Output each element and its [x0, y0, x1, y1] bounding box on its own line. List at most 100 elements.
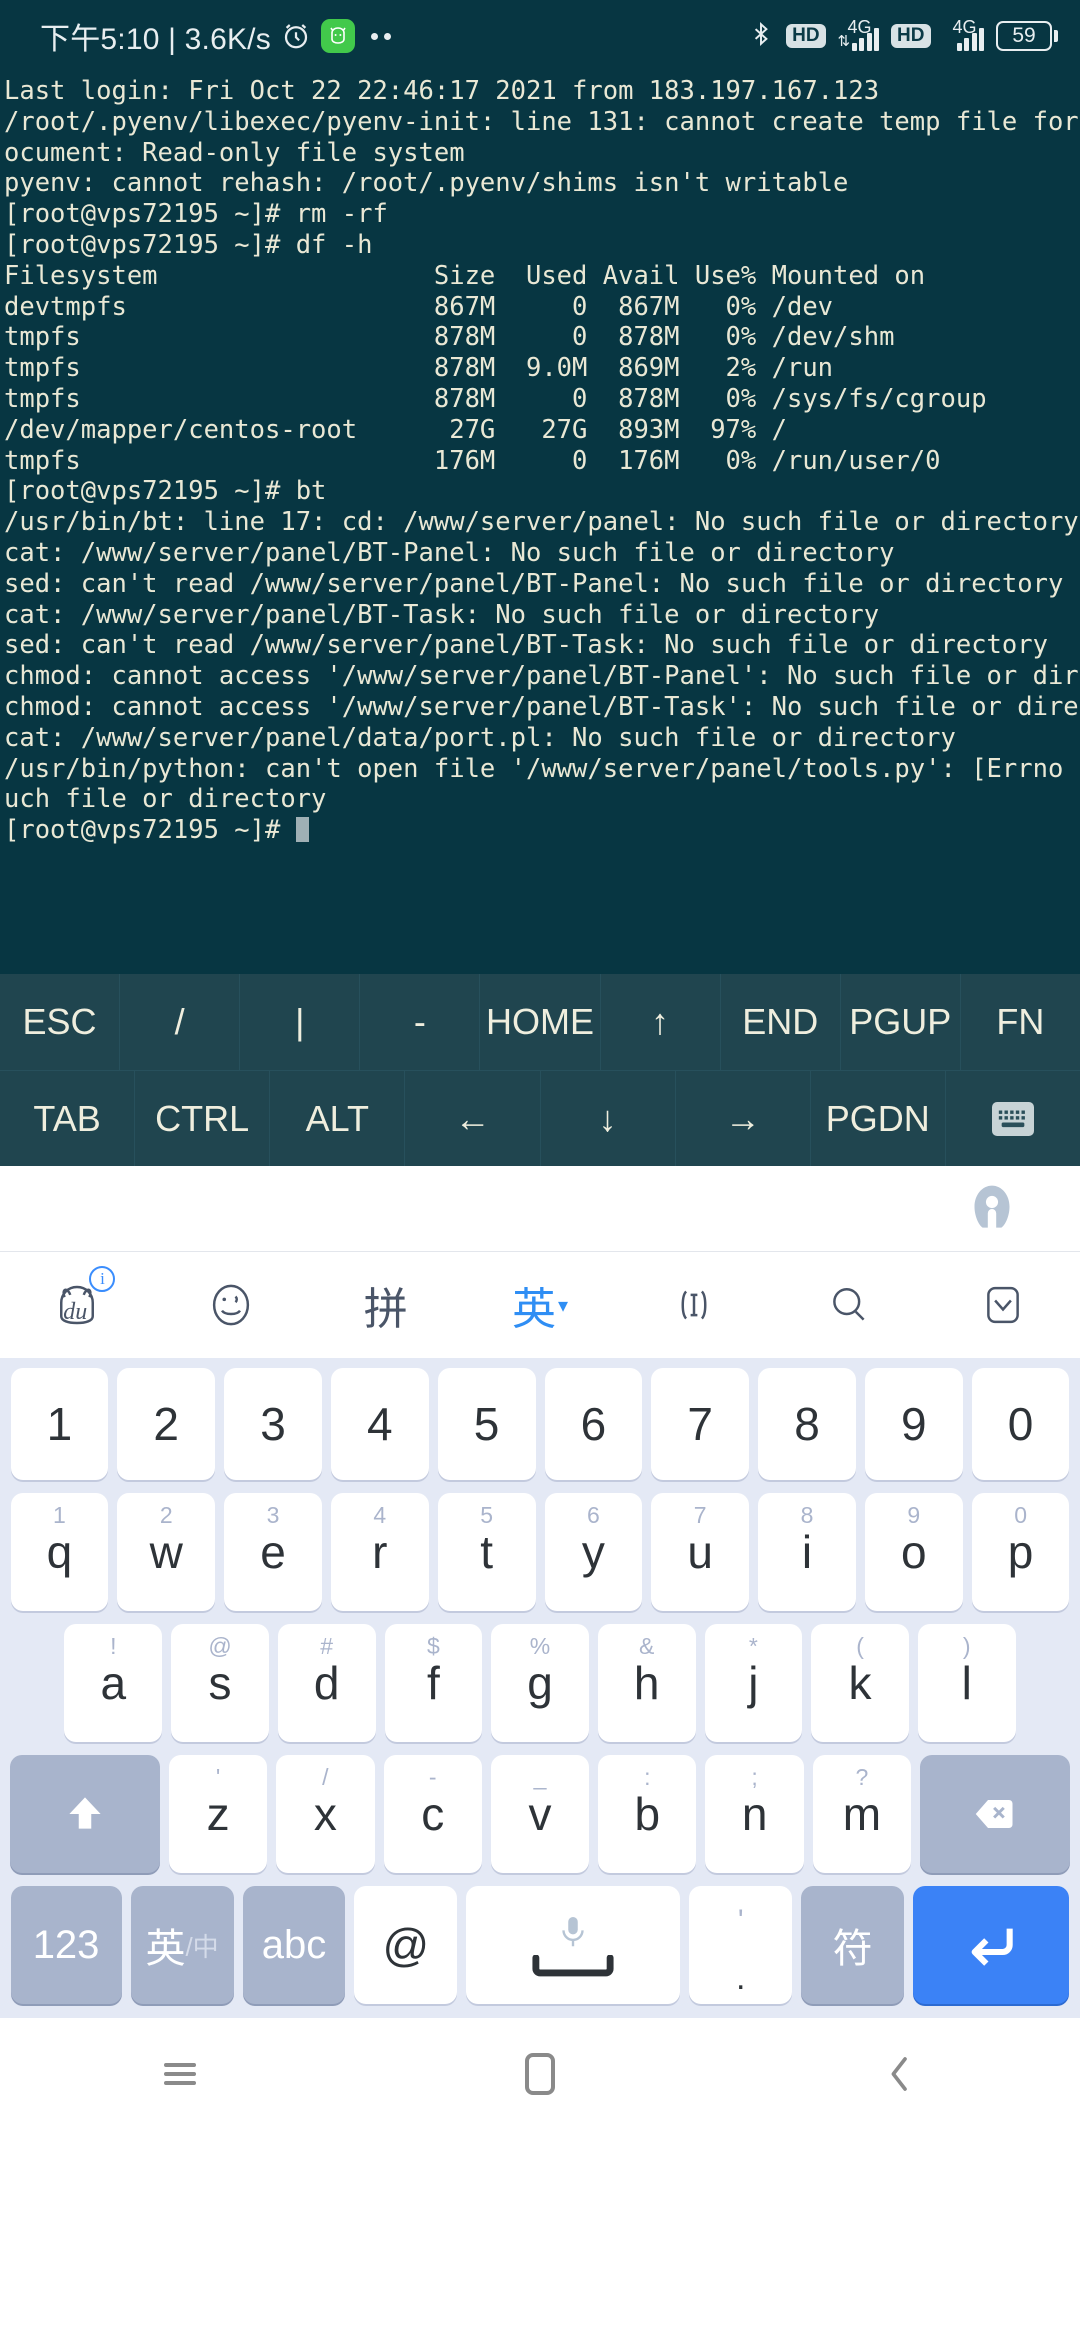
fn-key-home[interactable]: HOME — [480, 974, 601, 1070]
key-t[interactable]: 5t — [437, 1493, 536, 1611]
key-x[interactable]: / x — [276, 1755, 375, 1873]
key-r[interactable]: 4r — [330, 1493, 429, 1611]
fn-key-[interactable]: ← — [405, 1070, 541, 1166]
language-toggle-label: 英 — [145, 1927, 186, 1971]
key-label: z — [206, 1788, 230, 1840]
language-english-icon[interactable]: 英 ▾ — [463, 1252, 617, 1358]
key-d[interactable]: # d — [277, 1624, 376, 1742]
apostrophe-label: ' — [737, 1904, 744, 1937]
key-hint: ; — [751, 1764, 758, 1790]
numeric-mode-key[interactable]: 123 — [10, 1886, 122, 2004]
key-3[interactable]: 3 — [224, 1368, 322, 1480]
key-s[interactable]: @ s — [171, 1624, 269, 1742]
key-4[interactable]: 4 — [330, 1368, 429, 1480]
key-f[interactable]: $ f — [384, 1624, 483, 1742]
hide-keyboard-key[interactable] — [945, 1070, 1080, 1166]
shift-key[interactable] — [10, 1755, 160, 1873]
key-h[interactable]: & h — [597, 1624, 696, 1742]
key-m[interactable]: ? m — [812, 1755, 912, 1873]
backspace-key[interactable] — [920, 1755, 1070, 1873]
back-button[interactable] — [720, 2052, 1080, 2096]
key-o[interactable]: 9o — [864, 1493, 963, 1611]
key-5[interactable]: 5 — [437, 1368, 536, 1480]
emoji-icon[interactable] — [154, 1252, 308, 1358]
baidu-logo-icon[interactable]: du i — [0, 1252, 154, 1358]
enter-key[interactable] — [913, 1886, 1070, 2004]
fn-key-pgup[interactable]: PGUP — [840, 974, 961, 1070]
fn-key-tab[interactable]: TAB — [0, 1070, 136, 1166]
key-y[interactable]: 6y — [544, 1493, 643, 1611]
at-sign-key[interactable]: @ — [354, 1886, 458, 2004]
key-hint: _ — [533, 1764, 547, 1790]
terminal-line: Last login: Fri Oct 22 22:46:17 2021 fro… — [4, 76, 880, 106]
terminal-line: tmpfs 878M 9.0M 869M 2% /run — [4, 353, 834, 384]
key-label: f — [426, 1657, 440, 1709]
key-0[interactable]: 0 — [971, 1368, 1070, 1480]
key-8[interactable]: 8 — [758, 1368, 856, 1480]
punctuation-key[interactable]: ' . — [689, 1886, 793, 2004]
key-n[interactable]: ; n — [705, 1755, 804, 1873]
at-sign-label: @ — [382, 1919, 430, 1971]
fn-key-[interactable]: ↑ — [600, 974, 721, 1070]
home-button[interactable] — [360, 2053, 720, 2095]
key-z[interactable]: ' z — [168, 1755, 268, 1873]
collapse-keyboard-icon[interactable] — [926, 1252, 1080, 1358]
fn-key-[interactable]: ↓ — [540, 1070, 676, 1166]
space-key[interactable] — [466, 1886, 681, 2004]
key-9[interactable]: 9 — [864, 1368, 963, 1480]
fn-key-[interactable]: | — [240, 974, 361, 1070]
key-e[interactable]: 3e — [224, 1493, 322, 1611]
key-c[interactable]: -c — [383, 1755, 482, 1873]
key-w[interactable]: 2w — [117, 1493, 216, 1611]
key-label: l — [961, 1657, 972, 1709]
key-b[interactable]: :b — [598, 1755, 697, 1873]
fn-key-ctrl[interactable]: CTRL — [135, 1070, 271, 1166]
key-i[interactable]: 8i — [758, 1493, 856, 1611]
fn-key-[interactable]: - — [360, 974, 481, 1070]
key-hint: 8 — [800, 1502, 814, 1528]
key-hint: 0 — [1014, 1502, 1027, 1528]
key-label: 2 — [153, 1398, 179, 1450]
key-l[interactable]: ) l — [917, 1624, 1016, 1742]
fn-key-alt[interactable]: ALT — [270, 1070, 406, 1166]
key-j[interactable]: * j — [704, 1624, 803, 1742]
abc-mode-key[interactable]: abc — [242, 1886, 346, 2004]
language-toggle-key[interactable]: 英 /中 — [130, 1886, 234, 2004]
key-hint: 1 — [53, 1502, 66, 1528]
ime-toolbar: du i 拼 英 ▾ — [0, 1252, 1080, 1358]
terminal-output[interactable]: Last login: Fri Oct 22 22:46:17 2021 fro… — [0, 72, 1080, 974]
fn-key-esc[interactable]: ESC — [0, 974, 121, 1070]
info-badge-icon[interactable]: i — [89, 1266, 116, 1292]
key-label: w — [149, 1526, 183, 1578]
fn-key-[interactable]: → — [675, 1070, 811, 1166]
key-1[interactable]: 1 — [10, 1368, 109, 1480]
terminal-line: uch file or directory — [4, 784, 327, 815]
battery-cap-icon — [1054, 30, 1058, 42]
key-v[interactable]: _ v — [490, 1755, 590, 1873]
avatar-icon[interactable] — [964, 1181, 1020, 1237]
key-label: g — [527, 1657, 553, 1709]
search-icon[interactable] — [771, 1252, 925, 1358]
pinyin-icon[interactable]: 拼 — [309, 1252, 463, 1358]
recent-apps-button[interactable] — [0, 2058, 360, 2090]
key-6[interactable]: 6 — [544, 1368, 643, 1480]
key-hint: ( — [856, 1633, 864, 1659]
key-label: 9 — [900, 1398, 927, 1450]
key-u[interactable]: 7u — [651, 1493, 750, 1611]
key-2[interactable]: 2 — [117, 1368, 216, 1480]
cursor-edit-icon[interactable] — [617, 1252, 771, 1358]
key-7[interactable]: 7 — [651, 1368, 750, 1480]
fn-key-end[interactable]: END — [720, 974, 841, 1070]
terminal-line: sed: can't read /www/server/panel/BT-Pan… — [4, 568, 1064, 599]
fn-key-pgdn[interactable]: PGDN — [810, 1070, 946, 1166]
key-g[interactable]: % g — [491, 1624, 589, 1742]
fn-key-[interactable]: / — [120, 974, 241, 1070]
phone-screen: 下午5:10 | 3.6K/s HD 4G ⇅ HD 4G 59 Last lo… — [0, 0, 1080, 2340]
key-a[interactable]: ! a — [64, 1624, 163, 1742]
symbols-key[interactable]: 符 — [801, 1886, 905, 2004]
key-q[interactable]: 1q — [10, 1493, 109, 1611]
key-k[interactable]: (k — [811, 1624, 909, 1742]
fn-key-fn[interactable]: FN — [960, 974, 1080, 1070]
ime-candidate-bar[interactable] — [0, 1166, 1080, 1252]
key-p[interactable]: 0p — [971, 1493, 1070, 1611]
